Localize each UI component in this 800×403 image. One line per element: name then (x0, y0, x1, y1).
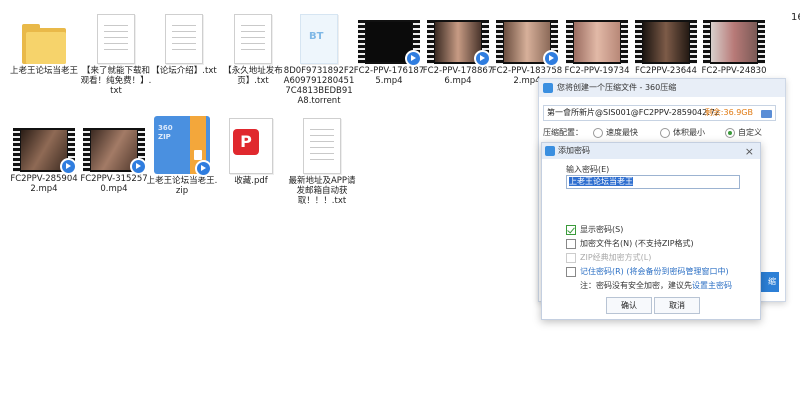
torrent-icon-label: BT (309, 31, 324, 42)
video-thumbnail (635, 20, 697, 64)
video-thumbnail (83, 128, 147, 175)
file-label: 8D0F9731892F2A6097912804517C4813BEDB91A8… (283, 66, 355, 106)
folder-icon (22, 24, 66, 64)
file-label: FC2-PPV-19734 (564, 66, 630, 76)
file-video[interactable]: FC2-PPV-19734 (565, 12, 629, 76)
file-video[interactable]: FC2-PPV-1788676.mp4 (423, 12, 493, 86)
file-label: FC2-PPV-1761875.mp4 (353, 66, 425, 86)
show-password-checkbox[interactable]: 显示密码(S) (566, 224, 623, 235)
password-dialog: 添加密码 × 输入密码(E) 上老王论坛当老王 显示密码(S) 加密文件名(N) … (541, 142, 761, 320)
zip-icon-label: 360 ZIP (158, 124, 173, 141)
file-label: 最新地址及APP请发邮箱自动获取！！！.txt (288, 176, 356, 206)
radio-custom-label: 自定义 (738, 128, 762, 137)
file-zip[interactable]: 360 ZIP 上老王论坛当老王.zip (147, 112, 217, 196)
compress-dialog-title: 您将创建一个压缩文件 - 360压缩 (539, 79, 785, 97)
player-badge-icon (60, 158, 77, 175)
file-folder[interactable]: 上老王论坛当老王 (10, 12, 78, 76)
file-video[interactable]: FC2-PPV-1761875.mp4 (354, 12, 424, 86)
radio-custom[interactable] (725, 127, 735, 138)
compress-config: 压缩配置： 速度最快 体积最小 自定义 (543, 127, 783, 138)
radio-fastest-label: 速度最快 (606, 128, 638, 137)
app-badge-icon (195, 160, 212, 177)
player-badge-icon (474, 50, 491, 67)
text-file-icon (303, 118, 341, 174)
video-thumbnail (566, 20, 628, 64)
file-label: 上老王论坛当老王.zip (146, 176, 218, 196)
config-label: 压缩配置： (543, 128, 583, 137)
file-label: 【永久地址发布页】.txt (223, 66, 283, 86)
output-path-field[interactable]: 第一會所新片@SIS001@FC2PPV-2859042.7z 剩余:36.9GB (543, 105, 776, 121)
file-txt-3[interactable]: 【永久地址发布页】.txt (221, 12, 285, 86)
text-file-icon (234, 14, 272, 64)
file-label: 上老王论坛当老王 (9, 66, 78, 76)
player-badge-icon (405, 50, 422, 67)
pdf-icon: P (229, 118, 273, 174)
file-txt-2[interactable]: 【论坛介绍】.txt (151, 12, 217, 76)
file-torrent[interactable]: BT 8D0F9731892F2A6097912804517C4813BEDB9… (284, 12, 354, 106)
file-label: 收藏.pdf (234, 176, 268, 186)
remember-password-checkbox[interactable]: 记住密码(R) (将会备份到密码管理窗口中) (566, 266, 729, 277)
security-note: 注：密码没有安全加密，建议先设置主密码 (580, 281, 732, 290)
file-video[interactable]: FC2PPV-2859042.mp4 (10, 120, 78, 194)
file-label: 【来了就能下载和观看！纯免费！】.txt (80, 66, 152, 96)
radio-smallest-label: 体积最小 (673, 128, 705, 137)
torrent-icon: BT (300, 14, 338, 64)
file-video[interactable]: FC2PPV-23644 (634, 12, 698, 76)
video-thumbnail (13, 128, 77, 175)
video-thumbnail (427, 20, 491, 67)
player-badge-icon (543, 50, 560, 67)
file-video[interactable]: FC2PPV-3152570.mp4 (80, 120, 148, 194)
free-space-text: 剩余:36.9GB (704, 108, 753, 117)
zip-classic-encryption-checkbox[interactable]: ZIP经典加密方式(L) (566, 252, 651, 263)
file-pdf[interactable]: P 收藏.pdf (219, 112, 283, 186)
zip-archive-icon: 360 ZIP (154, 116, 212, 177)
file-label: FC2PPV-2859042.mp4 (10, 174, 78, 194)
file-label: 【论坛介绍】.txt (151, 66, 217, 76)
password-input[interactable]: 上老王论坛当老王 (566, 175, 740, 189)
password-dialog-title: 添加密码 × (542, 143, 760, 159)
encrypt-filenames-checkbox[interactable]: 加密文件名(N) (不支持ZIP格式) (566, 238, 694, 249)
radio-fastest[interactable] (593, 127, 603, 138)
cancel-button[interactable]: 取消 (654, 297, 700, 314)
password-value: 上老王论坛当老王 (569, 177, 633, 186)
text-file-icon (97, 14, 135, 64)
password-prompt: 输入密码(E) (566, 165, 610, 174)
player-badge-icon (130, 158, 147, 175)
confirm-button[interactable]: 确认 (606, 297, 652, 314)
file-label: FC2-PPV-1788676.mp4 (422, 66, 494, 86)
app-logo-icon (545, 146, 555, 156)
app-logo-icon (543, 83, 553, 93)
radio-smallest[interactable] (660, 127, 670, 138)
file-label: FC2PPV-23644 (635, 66, 697, 76)
file-video[interactable]: FC2-PPV-24830 (702, 12, 766, 76)
file-label: FC2-PPV-24830 (701, 66, 767, 76)
close-icon[interactable]: × (745, 144, 754, 160)
video-thumbnail (358, 20, 422, 67)
text-file-icon (165, 14, 203, 64)
video-thumbnail (496, 20, 560, 67)
file-label: FC2PPV-3152570.mp4 (80, 174, 148, 194)
folder-browse-icon[interactable] (759, 106, 773, 120)
file-video[interactable]: FC2-PPV-1837582.mp4 (492, 12, 562, 86)
file-txt-4[interactable]: 最新地址及APP请发邮箱自动获取！！！.txt (288, 112, 356, 206)
file-txt-1[interactable]: 【来了就能下载和观看！纯免费！】.txt (81, 12, 151, 96)
set-master-password-link[interactable]: 设置主密码 (692, 281, 732, 290)
corner-number: 16 (791, 12, 800, 23)
video-thumbnail (703, 20, 765, 64)
